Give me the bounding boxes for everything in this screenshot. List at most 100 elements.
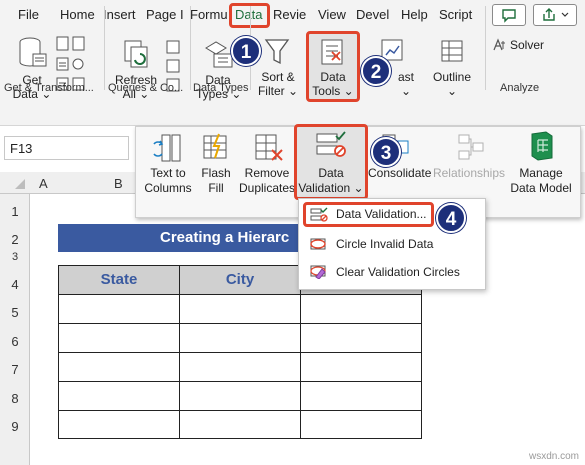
relationships-icon	[458, 134, 484, 160]
consolidate-label: Consolidate	[368, 166, 432, 180]
data-validation-button[interactable]: Data Validation ⌄	[296, 166, 366, 196]
data-validation-label-2: Validation ⌄	[298, 181, 364, 195]
table-cell[interactable]	[300, 381, 422, 411]
remove-duplicates-label-1: Remove	[244, 166, 290, 180]
remove-duplicates-label-2: Duplicates	[238, 181, 296, 195]
table-cell[interactable]	[179, 381, 301, 411]
remove-duplicates-button[interactable]: Remove Duplicates	[238, 166, 296, 196]
table-cell[interactable]	[179, 323, 301, 353]
share-button[interactable]	[533, 4, 577, 26]
tab-help[interactable]: Help	[401, 7, 428, 22]
outline-label: Outline	[432, 70, 472, 84]
sort-filter-button[interactable]: Sort & Filter ⌄	[255, 70, 301, 98]
flash-fill-icon	[203, 133, 227, 159]
group-get-transform: Get & Transform...	[4, 82, 94, 94]
manage-data-model-label-1: Manage	[519, 166, 563, 180]
data-validation-label-1: Data	[318, 166, 344, 180]
manage-data-model-button[interactable]: Manage Data Model	[508, 166, 574, 196]
consolidate-button[interactable]: Consolidate	[368, 166, 432, 181]
text-to-columns-label-2: Columns	[144, 181, 192, 195]
tab-script[interactable]: Script	[439, 7, 472, 22]
step-badge-4: 4	[436, 203, 466, 233]
sheet-title: Creating a Hierarc	[160, 229, 290, 246]
manage-data-model-label-2: Data Model	[510, 181, 572, 195]
outline-icon	[441, 40, 463, 62]
remove-duplicates-icon	[255, 134, 283, 161]
row-header-5[interactable]: 5	[0, 305, 30, 320]
row-header-3[interactable]: 3	[0, 251, 30, 263]
menu-item-clear-validation-circles[interactable]: Clear Validation Circles	[336, 265, 460, 279]
forecast-chevron: ⌄	[400, 84, 412, 98]
row-header-1[interactable]: 1	[0, 204, 30, 219]
table-cell[interactable]	[179, 352, 301, 382]
sort-filter-label-2: Filter ⌄	[257, 84, 299, 98]
flash-fill-label-2: Fill	[208, 181, 224, 195]
text-to-columns-button[interactable]: Text to Columns	[140, 166, 196, 196]
data-tools-button[interactable]: Data Tools ⌄	[310, 70, 356, 98]
header-cell-state[interactable]: State	[58, 265, 180, 295]
outline-chevron: ⌄	[446, 84, 458, 98]
row-header-4[interactable]: 4	[0, 277, 30, 292]
table-cell[interactable]	[300, 294, 422, 324]
data-tools-icon	[321, 39, 343, 65]
forecast-label: ast	[397, 70, 414, 84]
tab-home[interactable]: Home	[60, 7, 95, 22]
comments-button[interactable]	[492, 4, 526, 26]
table-cell[interactable]	[179, 294, 301, 324]
data-validation-small-icon	[310, 207, 328, 222]
relationships-label: Relationships	[432, 166, 506, 180]
filter-icon	[264, 39, 290, 65]
column-header-b[interactable]: B	[114, 176, 123, 191]
tab-page-layout[interactable]: Page I	[146, 7, 184, 22]
flash-fill-label-1: Flash	[201, 166, 231, 180]
name-box-value: F13	[10, 141, 33, 156]
outline-button[interactable]: Outline ⌄	[428, 70, 476, 98]
table-cell[interactable]	[58, 294, 180, 324]
table-cell[interactable]	[58, 410, 180, 439]
table-cell[interactable]	[58, 381, 180, 411]
column-header-a[interactable]: A	[39, 176, 48, 191]
row-header-6[interactable]: 6	[0, 334, 30, 349]
row-header-9[interactable]: 9	[0, 419, 30, 434]
table-cell[interactable]	[58, 352, 180, 382]
group-data-types: Data Types	[193, 82, 249, 94]
menu-item-circle-invalid-data[interactable]: Circle Invalid Data	[336, 237, 433, 251]
solver-button[interactable]: Solver	[510, 38, 544, 52]
data-tools-label-1: Data	[320, 70, 346, 84]
table-cell[interactable]	[300, 352, 422, 382]
data-validation-icon	[316, 131, 346, 157]
text-to-columns-label-1: Text to	[150, 166, 186, 180]
circle-invalid-data-icon	[310, 238, 326, 250]
row-header-2[interactable]: 2	[0, 232, 30, 247]
row-header-8[interactable]: 8	[0, 391, 30, 406]
comment-icon	[502, 9, 516, 23]
tab-file[interactable]: File	[18, 7, 39, 22]
header-cell-city[interactable]: City	[179, 265, 301, 295]
share-icon	[543, 8, 569, 21]
data-tools-label-2: Tools ⌄	[312, 84, 354, 98]
forecast-button[interactable]: ast ⌄	[394, 70, 418, 98]
flash-fill-button[interactable]: Flash Fill	[196, 166, 236, 196]
tab-review[interactable]: Revie	[273, 7, 306, 22]
table-cell[interactable]	[179, 410, 301, 439]
clear-validation-circles-icon	[310, 265, 326, 279]
menu-item-data-validation[interactable]: Data Validation...	[336, 207, 427, 221]
tab-insert[interactable]: Insert	[103, 7, 136, 22]
table-cell[interactable]	[300, 323, 422, 353]
sort-filter-label-1: Sort &	[261, 70, 295, 84]
step-badge-3: 3	[371, 137, 401, 167]
table-cell[interactable]	[300, 410, 422, 439]
tab-developer[interactable]: Devel	[356, 7, 389, 22]
database-icon	[19, 37, 47, 67]
tab-formulas[interactable]: Formu	[190, 7, 228, 22]
refresh-icon	[124, 40, 148, 68]
tab-view[interactable]: View	[318, 7, 346, 22]
select-all-icon[interactable]	[14, 178, 26, 190]
solver-icon	[493, 38, 505, 51]
row-header-7[interactable]: 7	[0, 362, 30, 377]
group-analyze: Analyze	[500, 82, 540, 94]
relationships-button[interactable]: Relationships	[432, 166, 506, 181]
step-badge-2: 2	[361, 56, 391, 86]
table-cell[interactable]	[58, 323, 180, 353]
manage-data-model-icon	[531, 131, 553, 161]
